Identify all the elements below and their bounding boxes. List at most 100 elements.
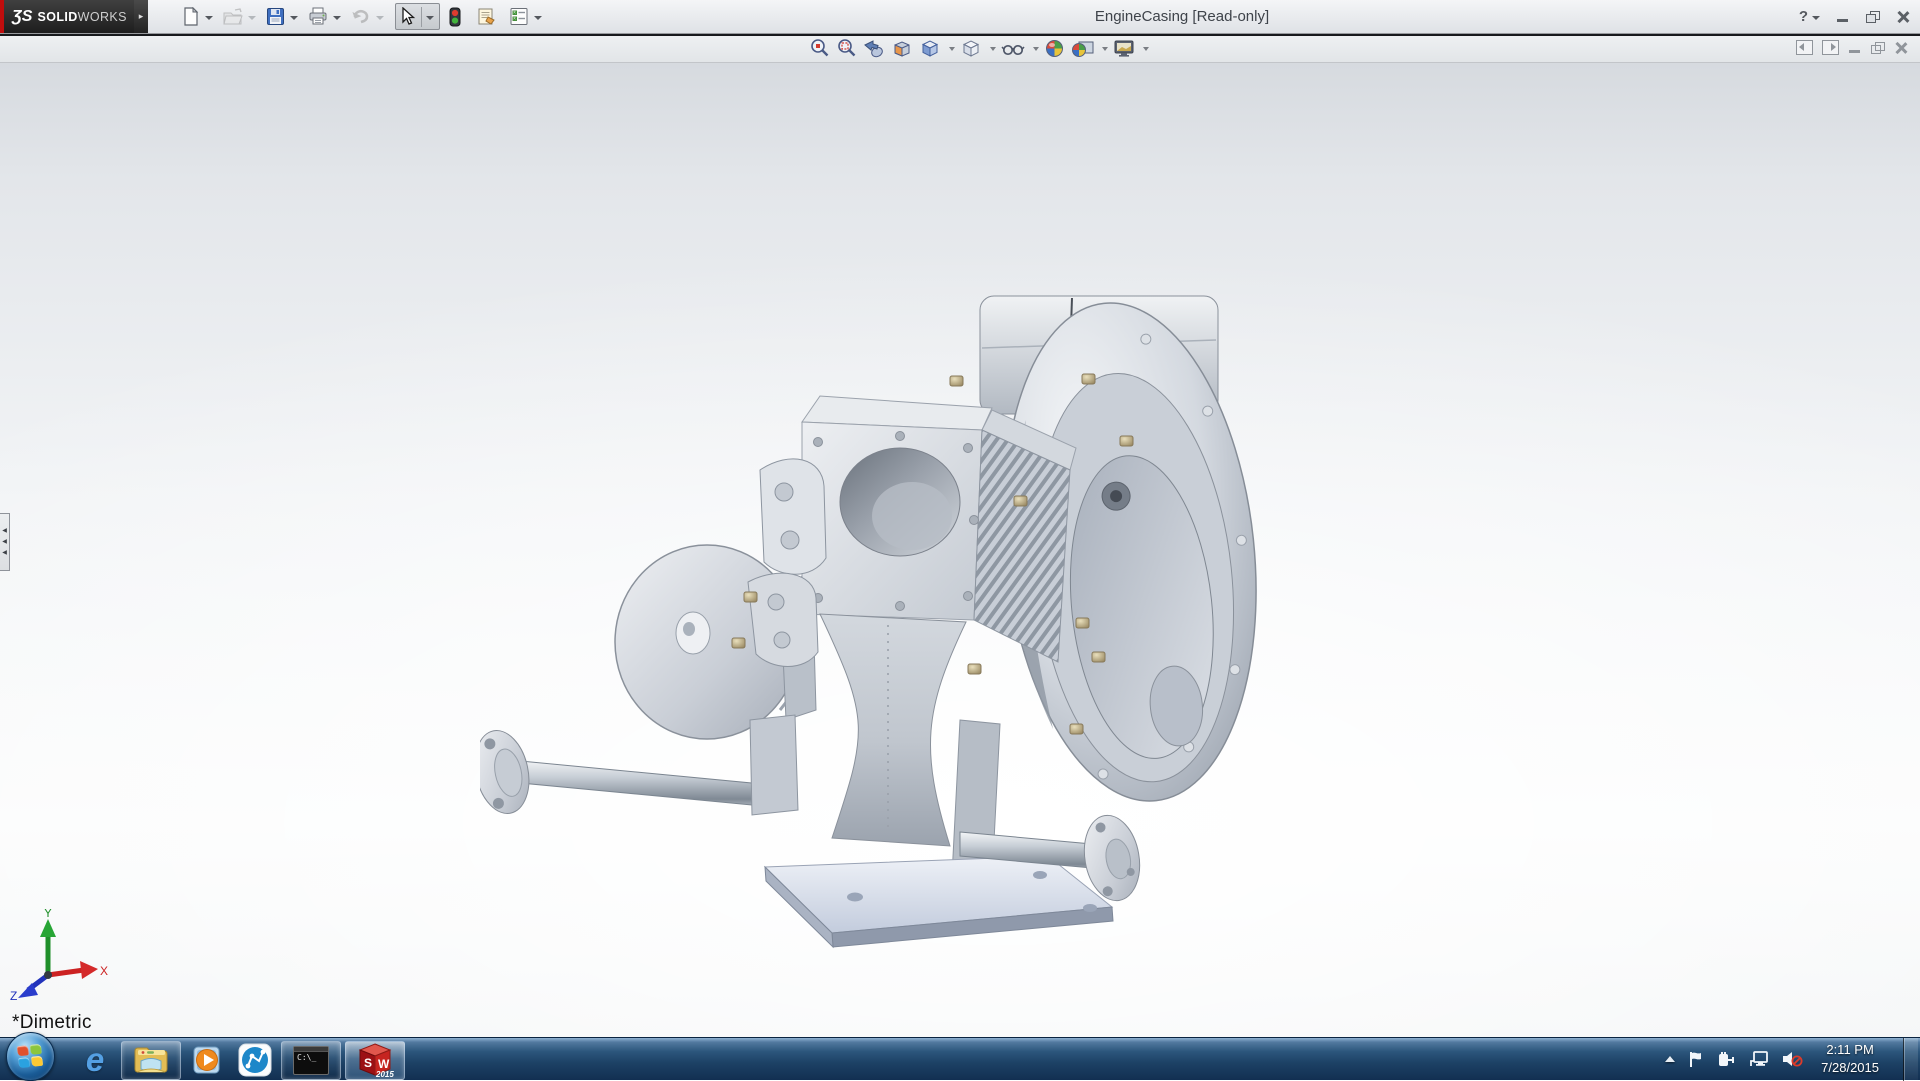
edrawings-nodes-icon [238,1043,272,1077]
file-properties-button[interactable] [476,5,498,28]
brand-works: WORKS [78,10,127,24]
select-tool-button[interactable] [397,5,417,28]
undo-icon [351,8,371,26]
document-minimize-button[interactable] [1848,42,1862,54]
action-center-flag-icon[interactable] [1687,1050,1705,1068]
display-style-dropdown[interactable] [990,47,996,51]
network-icon[interactable] [1749,1050,1769,1068]
view-orientation-label: *Dimetric [12,1012,92,1034]
menu-strip [0,36,1920,63]
apply-scene-icon [1071,38,1094,59]
triad-y-label: Y [44,909,52,920]
zoom-to-fit-button[interactable] [806,38,833,59]
headsup-view-toolbar [806,38,1151,59]
view-settings-button[interactable] [1110,38,1138,59]
print-dropdown[interactable] [333,16,341,20]
view-orientation-cube-icon [919,38,941,59]
select-divider [421,7,422,27]
print-icon [308,7,328,26]
command-prompt-icon: C:\_ [293,1046,329,1075]
volume-muted-icon[interactable] [1781,1050,1803,1068]
undo-dropdown[interactable] [376,16,384,20]
splitter-arrow-icon: ◀ [2,528,7,534]
menu-expander-arrow-icon[interactable]: ▸ [134,0,148,33]
taskbar-command-prompt[interactable]: C:\_ [281,1041,341,1080]
splitter-arrow-icon: ◀ [2,550,7,556]
command-prompt-icon-text: C:\_ [297,1053,316,1062]
taskbar-edrawings[interactable] [233,1042,277,1079]
apply-scene-button[interactable] [1068,38,1097,59]
glasses-icon [1001,40,1025,58]
windows-flag-icon [17,1043,43,1067]
help-dropdown[interactable] [1812,16,1820,20]
new-document-icon [181,7,200,26]
document-title: EngineCasing [Read-only] [1095,8,1269,25]
sw-year-badge: 2015 [375,1070,394,1078]
sw-letter-w: W [378,1057,390,1071]
splitter-arrow-icon: ◀ [2,539,7,545]
internet-explorer-icon: e [86,1045,104,1075]
appearance-ball-icon [1044,38,1065,59]
select-cursor-icon [398,7,416,26]
save-icon [266,7,285,26]
view-orientation-button[interactable] [916,38,944,59]
taskbar-internet-explorer[interactable]: e [73,1042,117,1079]
feature-manager-splitter-tab[interactable]: ◀ ◀ ◀ [0,513,10,571]
display-style-button[interactable] [957,38,985,59]
select-tool-group [395,3,440,30]
print-button[interactable] [307,5,329,28]
sw-letter-s: S [364,1056,372,1070]
taskbar-solidworks[interactable]: S W 2015 [345,1041,405,1080]
options-dropdown[interactable] [534,16,542,20]
previous-view-icon [863,39,885,59]
show-desktop-button[interactable] [1903,1038,1918,1081]
select-tool-dropdown[interactable] [426,16,434,20]
apply-scene-dropdown[interactable] [1102,47,1108,51]
open-dropdown[interactable] [248,16,256,20]
taskbar-media-player[interactable] [185,1042,229,1079]
window-controls: ? [1799,0,1910,33]
document-restore-button[interactable] [1871,42,1885,54]
save-button[interactable] [265,5,286,28]
model-base-plate [765,856,1113,947]
options-button[interactable] [508,5,530,28]
graphics-viewport[interactable]: ◀ ◀ ◀ [0,63,1920,1037]
triad-x-label: X [100,964,108,978]
taskbar-windows-explorer[interactable] [121,1041,181,1080]
undo-button[interactable] [350,6,372,28]
minimize-button[interactable] [1836,11,1850,23]
taskbar-clock[interactable]: 2:11 PM 7/28/2015 [1815,1041,1885,1077]
view-settings-dropdown[interactable] [1143,47,1149,51]
title-bar: ƷS SOLIDWORKS ▸ [0,0,1920,34]
triad-z-label: Z [10,989,17,1001]
engine-casing-model[interactable] [480,290,1280,950]
model-cylinder-block [802,396,1076,846]
power-plug-icon[interactable] [1717,1050,1737,1068]
section-view-button[interactable] [888,38,916,59]
save-dropdown[interactable] [290,16,298,20]
help-button[interactable]: ? [1799,8,1808,25]
open-button[interactable] [222,6,244,28]
rebuild-button[interactable] [448,5,462,29]
rebuild-traffic-light-icon [449,7,461,27]
standard-toolbar [180,3,551,30]
edit-appearance-button[interactable] [1041,38,1068,59]
show-hidden-icons-button[interactable] [1665,1056,1675,1062]
logo-red-stripe [0,0,4,33]
close-button[interactable] [1896,11,1910,23]
previous-view-button[interactable] [860,39,888,59]
hide-show-items-button[interactable] [998,40,1028,58]
document-close-button[interactable] [1894,42,1908,54]
zoom-to-area-button[interactable] [833,38,860,59]
expand-right-pane-icon[interactable] [1822,40,1839,55]
clock-time: 2:11 PM [1821,1041,1879,1059]
system-tray: 2:11 PM 7/28/2015 [1665,1038,1920,1081]
restore-button[interactable] [1866,11,1880,23]
new-document-button[interactable] [180,5,201,28]
solidworks-logo: ƷS SOLIDWORKS [0,0,134,33]
hide-show-items-dropdown[interactable] [1033,47,1039,51]
view-orientation-dropdown[interactable] [949,47,955,51]
new-document-dropdown[interactable] [205,16,213,20]
collapse-left-pane-icon[interactable] [1796,40,1813,55]
start-button[interactable] [6,1032,55,1081]
